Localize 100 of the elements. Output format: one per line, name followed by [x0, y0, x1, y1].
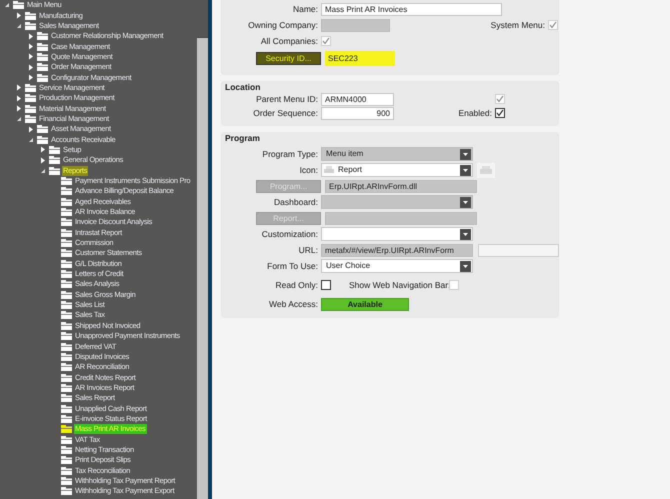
text-field[interactable]: 900: [321, 106, 394, 120]
folder-icon: [37, 74, 48, 82]
printer-icon: [324, 166, 334, 174]
folder-icon: [49, 156, 60, 164]
dropdown-value: Menu item: [325, 148, 364, 160]
collapsed-caret-icon[interactable]: [40, 146, 46, 154]
field-label: URL:: [298, 244, 319, 256]
folder-icon: [61, 466, 72, 475]
folder-icon: [37, 63, 48, 72]
folder-icon: [61, 228, 72, 237]
dropdown[interactable]: User Choice: [321, 259, 473, 273]
folder-icon: [61, 487, 72, 496]
folder-icon: [61, 290, 72, 299]
field-label: Form To Use:: [266, 260, 319, 272]
field-label: Owning Company:: [247, 18, 319, 32]
folder-icon: [61, 260, 72, 268]
folder-icon: [61, 239, 72, 248]
printer-icon: [477, 162, 495, 178]
folder-icon: [61, 198, 72, 206]
folder-icon: [13, 1, 24, 10]
check-icon: [322, 37, 330, 45]
folder-icon: [61, 311, 72, 320]
folder-icon: [37, 52, 48, 61]
folder-icon: [61, 342, 72, 351]
folder-icon: [61, 332, 72, 340]
field-label: Read Only:: [274, 278, 319, 292]
checkbox[interactable]: [321, 280, 331, 290]
collapsed-caret-icon[interactable]: [28, 74, 34, 82]
expanded-caret-icon[interactable]: [28, 136, 34, 143]
folder-icon: [37, 42, 48, 51]
folder-icon: [61, 177, 72, 186]
scrollbar[interactable]: [197, 0, 208, 499]
status-badge: Available: [321, 298, 409, 310]
collapsed-caret-icon[interactable]: [28, 53, 34, 60]
text-field[interactable]: [325, 212, 477, 224]
text-field[interactable]: [478, 244, 559, 256]
folder-icon: [61, 394, 72, 402]
folder-icon: [25, 104, 36, 113]
collapsed-caret-icon[interactable]: [28, 32, 34, 40]
field-label: Program Type:: [261, 148, 319, 160]
collapsed-caret-icon[interactable]: [40, 156, 46, 164]
dropdown[interactable]: [321, 227, 473, 241]
text-field[interactable]: SEC223: [325, 50, 395, 66]
collapsed-caret-icon[interactable]: [16, 105, 22, 112]
folder-icon: [61, 352, 72, 361]
folder-icon: [61, 425, 72, 434]
folder-icon: [61, 249, 72, 258]
collapsed-caret-icon[interactable]: [16, 12, 22, 20]
field-label: Web Access:: [268, 298, 319, 310]
folder-icon: [61, 414, 72, 423]
folder-icon: [61, 384, 72, 392]
field-label: Show Web Navigation Bar:: [349, 278, 449, 292]
field-label: Customization:: [260, 228, 319, 240]
collapsed-caret-icon[interactable]: [28, 64, 34, 71]
folder-icon: [37, 32, 48, 40]
text-field[interactable]: Mass Print AR Invoices: [321, 2, 502, 16]
collapsed-caret-icon[interactable]: [16, 94, 22, 102]
folder-icon: [37, 136, 48, 144]
folder-icon: [61, 301, 72, 310]
collapsed-caret-icon[interactable]: [16, 84, 22, 92]
folder-icon: [61, 280, 72, 288]
expanded-caret-icon[interactable]: [16, 22, 22, 29]
folder-icon: [25, 12, 36, 20]
folder-icon: [37, 125, 48, 134]
field-label: Icon:: [298, 164, 319, 176]
collapsed-caret-icon[interactable]: [28, 126, 34, 133]
folder-icon: [25, 22, 36, 30]
checkbox[interactable]: [495, 108, 505, 118]
folder-icon: [61, 446, 72, 454]
folder-icon: [61, 322, 72, 330]
field-label: System Menu:: [490, 18, 546, 32]
folder-icon: [61, 270, 72, 278]
section-title: Location: [224, 83, 262, 92]
field-label: Order Sequence:: [252, 106, 319, 120]
text-field[interactable]: ARMN4000: [321, 92, 394, 106]
folder-icon: [49, 166, 60, 175]
expanded-caret-icon[interactable]: [16, 116, 22, 122]
check-icon: [549, 21, 557, 29]
dropdown[interactable]: Report: [321, 163, 473, 177]
collapsed-caret-icon[interactable]: [28, 43, 34, 50]
folder-icon: [61, 208, 72, 216]
folder-icon: [61, 404, 72, 413]
folder-icon: [61, 456, 72, 464]
folder-icon: [61, 476, 72, 485]
field-label: Name:: [292, 2, 319, 16]
folder-icon: [61, 218, 72, 226]
text-field[interactable]: metafx/#/view/Erp.UIRpt.ARInvForm: [321, 244, 473, 256]
expanded-caret-icon[interactable]: [4, 2, 10, 8]
folder-icon: [61, 374, 72, 382]
form-button[interactable]: Security ID...: [256, 52, 321, 64]
field-label: Parent Menu ID:: [255, 92, 319, 106]
folder-icon: [25, 94, 36, 102]
folder-icon: [61, 187, 72, 196]
dropdown-value: User Choice: [325, 260, 372, 272]
section-title: Program: [224, 134, 261, 143]
field-label: Dashboard:: [273, 196, 319, 208]
folder-icon: [61, 363, 72, 372]
expanded-caret-icon[interactable]: [40, 168, 46, 174]
dropdown-value: Report: [337, 164, 364, 176]
folder-icon: [25, 84, 36, 92]
